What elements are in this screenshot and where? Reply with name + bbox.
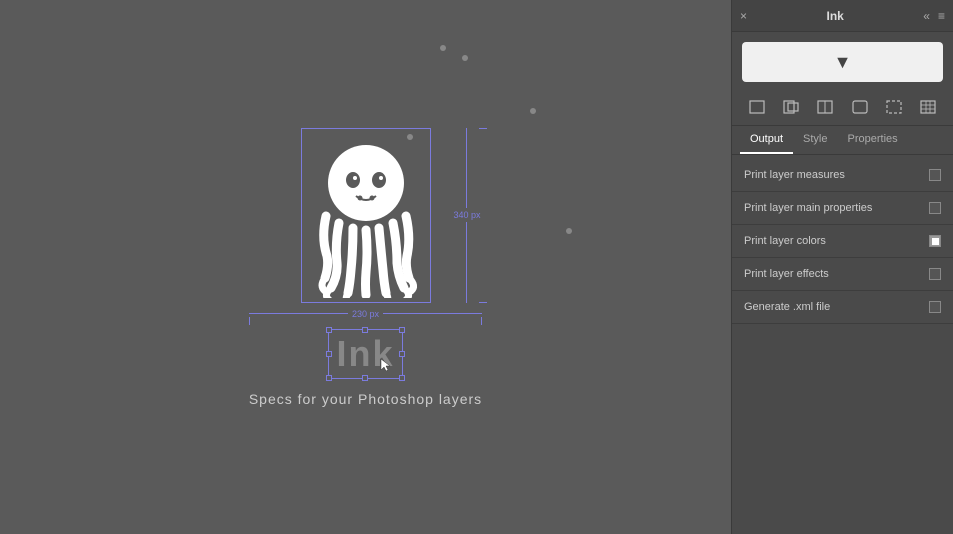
option-row-xml: Generate .xml file: [732, 291, 953, 324]
handle-mid-left: [326, 351, 332, 357]
handle-top-center: [362, 327, 368, 333]
option-checkbox-effects[interactable]: [929, 268, 941, 280]
titlebar-right-icons: « ≡: [923, 10, 945, 22]
option-label-main-properties: Print layer main properties: [744, 202, 872, 214]
option-row-main-properties: Print layer main properties: [732, 192, 953, 225]
layer-split-icon[interactable]: [813, 98, 837, 119]
decorative-dot: [462, 55, 468, 61]
option-row-measures: Print layer measures: [732, 159, 953, 192]
layer-grid-icon[interactable]: [916, 98, 940, 119]
icon-toolbar: [732, 92, 953, 126]
artwork-inner: 340 px: [301, 128, 431, 303]
option-label-colors: Print layer colors: [744, 235, 826, 247]
option-checkbox-measures[interactable]: [929, 169, 941, 181]
option-label-xml: Generate .xml file: [744, 301, 830, 313]
panel-titlebar: × Ink « ≡: [732, 0, 953, 32]
water-drop-icon: ▼: [834, 52, 852, 73]
decorative-dot: [566, 228, 572, 234]
color-input-box[interactable]: ▼: [742, 42, 943, 82]
option-row-colors: Print layer colors: [732, 225, 953, 258]
handle-bottom-left: [326, 375, 332, 381]
option-label-effects: Print layer effects: [744, 268, 829, 280]
cursor-icon: [379, 357, 391, 373]
option-checkbox-main-properties[interactable]: [929, 202, 941, 214]
handle-mid-right: [399, 351, 405, 357]
ink-text-selection[interactable]: Ink: [336, 333, 394, 375]
layer-corner-icon[interactable]: [848, 98, 872, 119]
collapse-icon[interactable]: «: [923, 10, 930, 22]
canvas-area: 340 px 230 px: [0, 0, 731, 534]
panel: × Ink « ≡ ▼ Outpu: [731, 0, 953, 534]
measure-width: 230 px: [249, 307, 482, 321]
artwork-container: 340 px 230 px: [249, 128, 482, 407]
layer-full-icon[interactable]: [745, 98, 769, 119]
tabs-bar: Output Style Properties: [732, 126, 953, 155]
color-picker-area: ▼: [732, 32, 953, 92]
option-checkbox-colors[interactable]: [929, 235, 941, 247]
options-list: Print layer measures Print layer main pr…: [732, 155, 953, 534]
titlebar-left-icons: ×: [740, 10, 747, 22]
measure-tick: [479, 302, 487, 303]
close-icon[interactable]: ×: [740, 10, 747, 22]
layer-dash-icon[interactable]: [882, 98, 906, 119]
panel-title: Ink: [826, 9, 843, 23]
option-checkbox-xml[interactable]: [929, 301, 941, 313]
menu-icon[interactable]: ≡: [938, 10, 945, 22]
tab-output[interactable]: Output: [740, 126, 793, 154]
option-row-effects: Print layer effects: [732, 258, 953, 291]
measure-height-label: 340 px: [451, 208, 482, 222]
decorative-dot: [440, 45, 446, 51]
measure-width-label: 230 px: [348, 307, 383, 321]
layer-overlap-icon[interactable]: [779, 98, 803, 119]
handle-bottom-center: [362, 375, 368, 381]
measure-height: 340 px: [451, 128, 482, 303]
handle-bottom-right: [399, 375, 405, 381]
handle-top-left: [326, 327, 332, 333]
tagline: Specs for your Photoshop layers: [249, 391, 482, 407]
option-label-measures: Print layer measures: [744, 169, 845, 181]
tab-properties[interactable]: Properties: [838, 126, 908, 154]
measure-tick: [479, 128, 487, 129]
tab-style[interactable]: Style: [793, 126, 837, 154]
octopus-illustration: [301, 128, 431, 298]
decorative-dot: [530, 108, 536, 114]
handle-top-right: [399, 327, 405, 333]
